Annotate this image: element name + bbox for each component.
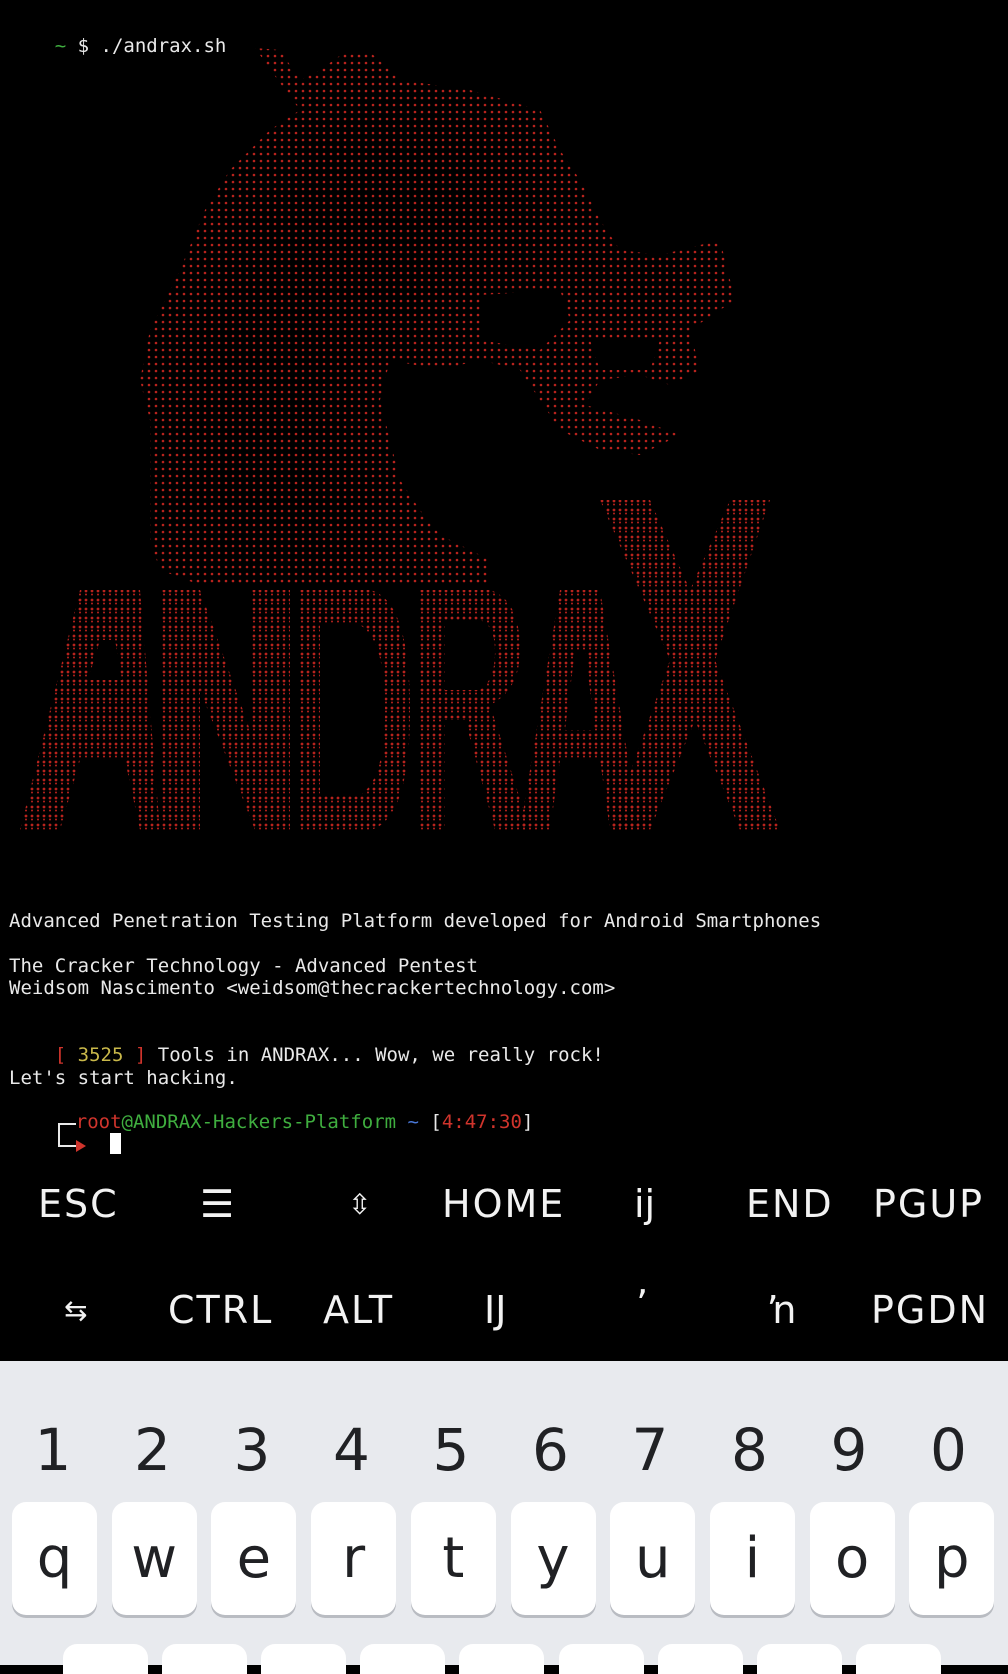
bracket-close: ] [123,1044,147,1066]
prompt-host: @ANDRAX-Hackers-Platform [121,1111,397,1133]
prompt-arrow-icon [57,1133,88,1155]
key-u[interactable]: u [610,1502,696,1615]
key-4[interactable]: 4 [312,1421,392,1479]
bracket-open: [ [54,1044,78,1066]
key-y[interactable]: y [510,1502,596,1615]
key-ij[interactable]: ĳ [634,1185,657,1223]
tagline-text: Advanced Penetration Testing Platform de… [9,910,822,932]
key-e[interactable]: e [211,1502,297,1615]
key-7[interactable]: 7 [610,1421,690,1479]
key-apostrophe[interactable]: ʼ [636,1285,650,1323]
key-5[interactable]: 5 [411,1421,491,1479]
tools-text: Tools in ANDRAX... Wow, we really rock! [146,1044,604,1066]
soft-keyboard: 1234567890 qwertyuiop [0,1361,1008,1674]
terminal-cursor [109,1133,121,1154]
key-i[interactable]: i [709,1502,795,1615]
key-partial[interactable] [63,1644,148,1674]
key-partial[interactable] [658,1644,743,1674]
key-partial[interactable] [459,1644,544,1674]
key-t[interactable]: t [410,1502,496,1615]
key-pgup[interactable]: PGUP [873,1185,984,1223]
key-alt[interactable]: ALT [323,1291,394,1329]
key-end[interactable]: END [746,1185,834,1223]
key-6[interactable]: 6 [511,1421,591,1479]
key-p[interactable]: p [909,1502,995,1615]
key-partial[interactable] [757,1644,842,1674]
key-0[interactable]: 0 [909,1421,989,1479]
key-partial[interactable] [559,1644,644,1674]
key-partial[interactable] [360,1644,445,1674]
key-partial[interactable] [856,1644,941,1674]
scroll-icon[interactable]: ⇳ [348,1191,373,1219]
key-3[interactable]: 3 [212,1421,292,1479]
key-9[interactable]: 9 [809,1421,889,1479]
prompt-path: ~ [396,1111,431,1133]
key-w[interactable]: w [111,1502,197,1615]
key-partial[interactable] [261,1644,346,1674]
key-2[interactable]: 2 [113,1421,193,1479]
key-esc[interactable]: ESC [38,1185,119,1223]
prompt-time: 4:47:30 [441,1111,522,1133]
time-bracket-open: [ [430,1111,442,1133]
key-n-apostrophe[interactable]: ŉ [766,1291,799,1329]
tools-count: 3525 [77,1044,124,1066]
author-text: Weidsom Nascimento <weidsom@thecrackerte… [9,977,616,999]
menu-icon[interactable]: ☰ [200,1185,236,1223]
andrax-ascii-banner [0,40,800,890]
time-bracket-close: ] [521,1111,534,1133]
key-o[interactable]: o [809,1502,895,1615]
key-8[interactable]: 8 [710,1421,790,1479]
key-r[interactable]: r [311,1502,397,1615]
key-pgdn[interactable]: PGDN [871,1291,989,1329]
start-hacking-text: Let's start hacking. [9,1067,238,1089]
key-1[interactable]: 1 [13,1421,93,1479]
company-text: The Cracker Technology - Advanced Pentes… [9,955,478,977]
key-q[interactable]: q [12,1502,97,1615]
tab-icon[interactable]: ⇆ [64,1297,89,1325]
terminal-screen[interactable]: ~ $ ./andrax.sh Advanced Penetration Tes… [0,0,1008,1155]
key-partial[interactable] [162,1644,247,1674]
dragon-logo-art [20,48,780,830]
key-ctrl[interactable]: CTRL [168,1291,273,1329]
extra-keys-bar: ESC ☰ ⇳ HOME ĳ END PGUP ⇆ CTRL ALT Ĳ ʼ ŉ… [0,1155,1008,1361]
key-IJ[interactable]: Ĳ [484,1291,508,1329]
key-home[interactable]: HOME [442,1185,565,1223]
